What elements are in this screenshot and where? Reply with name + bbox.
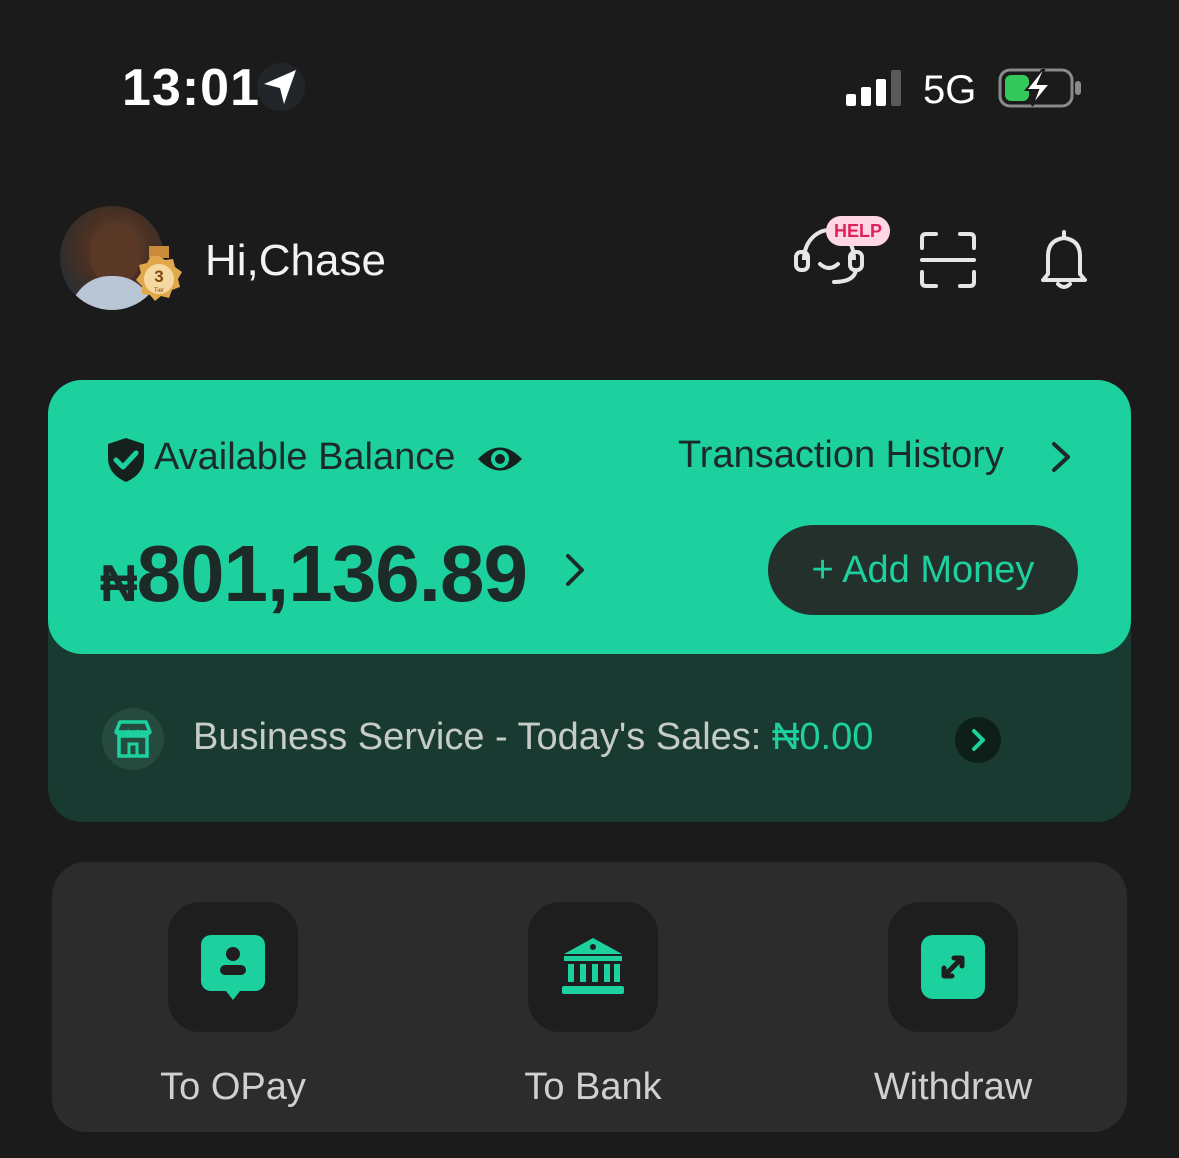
bank-icon: [562, 938, 624, 994]
tier-medal-icon[interactable]: 3 Tier: [133, 246, 185, 310]
todays-sales-amount: ₦0.00: [771, 716, 874, 758]
to-opay-label: To OPay: [160, 1066, 306, 1108]
help-badge[interactable]: HELP: [826, 216, 890, 246]
greeting: Hi,Chase: [205, 236, 386, 285]
signal-icon: [846, 70, 901, 106]
status-bar: 13:01 5G: [0, 0, 1179, 170]
business-service-label: Business Service - Today's Sales:: [193, 716, 772, 758]
withdraw-label: Withdraw: [873, 1066, 1033, 1108]
balance-amount[interactable]: ₦801,136.89: [100, 528, 528, 620]
to-bank-button[interactable]: [528, 902, 658, 1032]
to-bank-label: To Bank: [524, 1066, 662, 1108]
location-arrow-icon: [257, 63, 305, 111]
business-chevron-button[interactable]: [955, 717, 1001, 763]
chevron-right-icon[interactable]: [562, 548, 590, 592]
store-icon: [102, 708, 164, 770]
chevron-right-icon[interactable]: [1048, 440, 1074, 474]
to-opay-button[interactable]: [168, 902, 298, 1032]
bell-icon[interactable]: [1038, 230, 1090, 290]
status-time: 13:01: [122, 59, 260, 117]
withdraw-arrows-icon: [921, 935, 985, 999]
tier-label: Tier: [154, 288, 164, 294]
withdraw-button[interactable]: [888, 902, 1018, 1032]
scan-icon[interactable]: [920, 232, 976, 288]
balance-value: 801,136.89: [136, 529, 528, 618]
currency-symbol: ₦: [100, 555, 138, 613]
chevron-right-icon: [972, 729, 985, 751]
available-balance-label: Available Balance: [154, 436, 456, 478]
add-money-button[interactable]: + Add Money: [768, 525, 1078, 615]
network-type: 5G: [923, 68, 977, 112]
eye-icon[interactable]: [476, 442, 524, 476]
shield-check-icon: [108, 438, 144, 482]
tier-number: 3: [154, 267, 163, 286]
transaction-history-link[interactable]: Transaction History: [678, 434, 1004, 477]
business-service-row[interactable]: Business Service - Today's Sales: ₦0.00: [193, 716, 873, 759]
battery-charging-icon: [998, 68, 1081, 108]
user-chat-icon: [201, 935, 265, 1000]
